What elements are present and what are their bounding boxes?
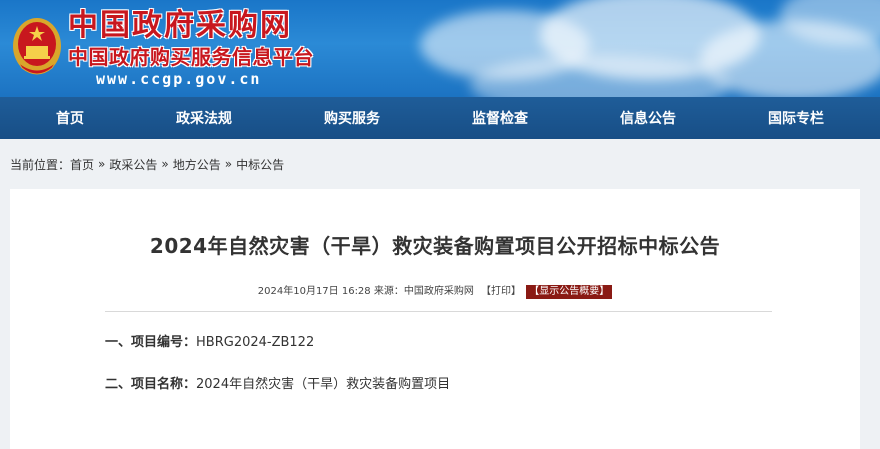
article-title: 2024年自然灾害（干旱）救灾装备购置项目公开招标中标公告 — [149, 234, 721, 258]
breadcrumb-separator: » — [98, 157, 106, 171]
nav-item-supervision[interactable]: 监督检查 — [452, 108, 548, 128]
project-name-field: 二、项目名称：2024年自然灾害（干旱）救灾装备购置项目 — [105, 376, 860, 394]
show-summary-button[interactable]: 【显示公告概要】 — [526, 285, 613, 299]
project-number-field: 一、项目编号：HBRG2024-ZB122 — [105, 334, 860, 352]
project-number-label: 一、项目编号： — [105, 335, 197, 350]
article-meta: 2024年10月17日 16:28 来源：中国政府采购网 【打印】 【显示公告概… — [10, 285, 860, 299]
nav-item-announcements[interactable]: 信息公告 — [600, 108, 696, 128]
main-nav: 首页 政采法规 购买服务 监督检查 信息公告 国际专栏 — [0, 97, 880, 139]
national-emblem-icon — [13, 18, 61, 75]
breadcrumb: 当前位置： 首页 » 政采公告 » 地方公告 » 中标公告 — [0, 139, 880, 189]
project-number-value: HBRG2024-ZB122 — [196, 335, 315, 350]
breadcrumb-announcements-link[interactable]: 政采公告 — [109, 156, 157, 173]
breadcrumb-separator: » — [161, 157, 169, 171]
breadcrumb-award-link[interactable]: 中标公告 — [236, 156, 284, 173]
site-subtitle: 中国政府购买服务信息平台 — [68, 45, 314, 69]
article-panel: 2024年自然灾害（干旱）救灾装备购置项目公开招标中标公告 2024年10月17… — [10, 189, 860, 449]
article-divider — [105, 311, 772, 312]
project-name-label: 二、项目名称： — [105, 377, 197, 392]
article-meta-text: 2024年10月17日 16:28 来源：中国政府采购网 — [257, 286, 474, 297]
print-link[interactable]: 【打印】 — [481, 286, 521, 297]
project-name-value: 2024年自然灾害（干旱）救灾装备购置项目 — [196, 377, 451, 392]
breadcrumb-home-link[interactable]: 首页 — [70, 156, 94, 173]
site-url[interactable]: www.ccgp.gov.cn — [96, 70, 261, 88]
nav-item-international[interactable]: 国际专栏 — [748, 108, 844, 128]
site-title: 中国政府采购网 — [68, 8, 292, 43]
nav-item-purchase-services[interactable]: 购买服务 — [304, 108, 400, 128]
nav-item-regulations[interactable]: 政采法规 — [156, 108, 252, 128]
breadcrumb-prefix: 当前位置： — [10, 157, 71, 172]
breadcrumb-local-link[interactable]: 地方公告 — [173, 156, 221, 173]
site-banner: 中国政府采购网 中国政府购买服务信息平台 www.ccgp.gov.cn — [0, 0, 880, 97]
breadcrumb-separator: » — [224, 157, 233, 171]
nav-item-home[interactable]: 首页 — [36, 108, 104, 128]
